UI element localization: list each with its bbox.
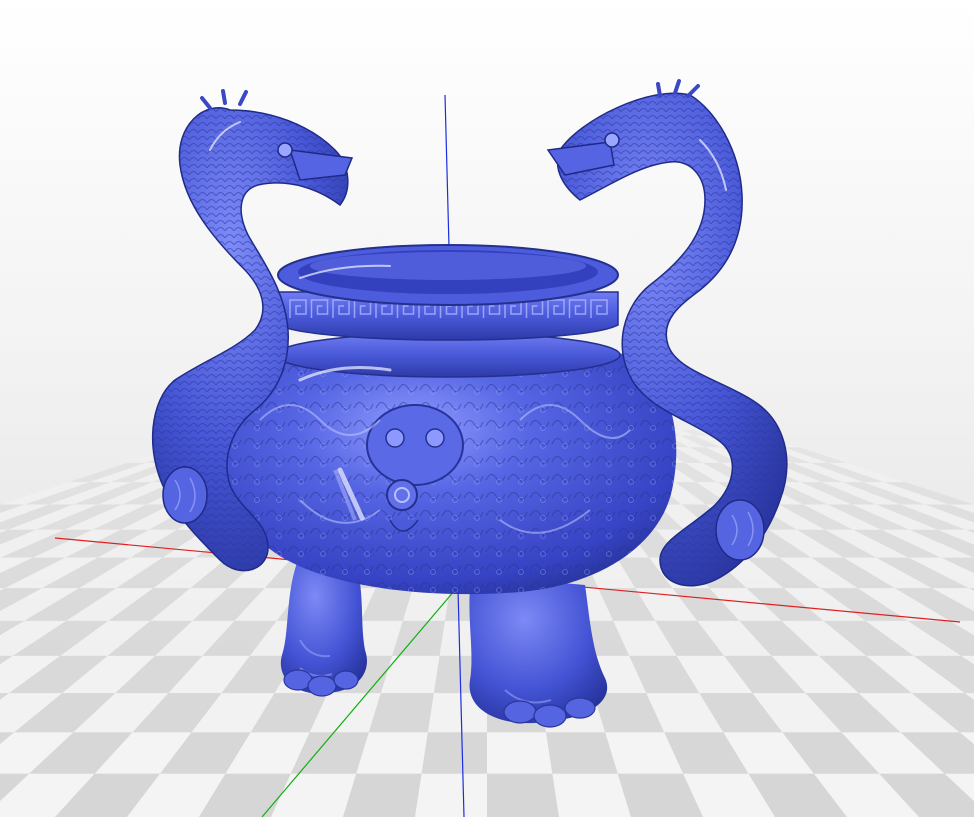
scene-canvas[interactable] (0, 0, 974, 817)
3d-viewport[interactable] (0, 0, 974, 817)
